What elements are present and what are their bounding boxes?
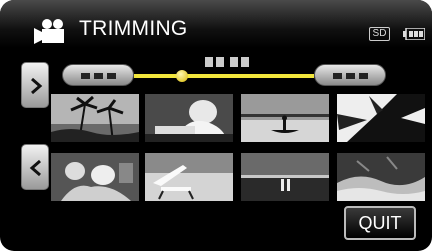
- trimming-screen: TRIMMING SD QUIT: [0, 0, 432, 251]
- thumbnail-palm-leaves-silhouette[interactable]: [337, 94, 425, 142]
- thumbnail-pier-canoe-silhouette[interactable]: [241, 94, 329, 142]
- thumbnail-palm-trees-beach[interactable]: [51, 94, 139, 142]
- previous-page-button[interactable]: [21, 144, 49, 190]
- chevron-left-icon: [29, 159, 41, 177]
- thumbnail-people-in-water[interactable]: [51, 153, 139, 201]
- trim-end-button[interactable]: [314, 64, 386, 86]
- trim-start-button[interactable]: [62, 64, 134, 86]
- title-bar: TRIMMING SD: [0, 0, 432, 48]
- battery-icon: [403, 28, 425, 40]
- trim-start-marker-icon: [81, 73, 116, 79]
- page-title: TRIMMING: [79, 17, 188, 40]
- thumbnail-waves-on-shore[interactable]: [337, 153, 425, 201]
- trim-range-track: [134, 74, 314, 78]
- next-page-button[interactable]: [21, 62, 49, 108]
- playhead-handle[interactable]: [176, 70, 188, 82]
- thumbnail-woman-reading[interactable]: [145, 94, 233, 142]
- quit-button[interactable]: QUIT: [344, 206, 416, 240]
- thumbnail-beach-lounge-chair[interactable]: [145, 153, 233, 201]
- thumbnail-couple-on-shoreline[interactable]: [241, 153, 329, 201]
- movie-camera-icon: [34, 19, 64, 44]
- sd-card-badge: SD: [369, 27, 390, 41]
- timecode-display: [205, 57, 249, 67]
- trim-end-marker-icon: [333, 73, 368, 79]
- chevron-right-icon: [31, 77, 43, 95]
